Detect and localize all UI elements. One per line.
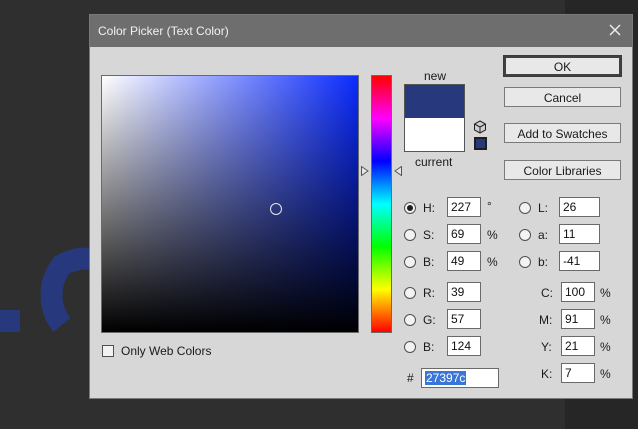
color-field-cursor[interactable] [270, 203, 282, 215]
dialog-title: Color Picker (Text Color) [98, 24, 229, 38]
lab-a-label: a: [538, 228, 549, 242]
lab-a-input[interactable] [559, 224, 600, 244]
add-to-swatches-button[interactable]: Add to Swatches [504, 123, 621, 143]
black-unit: % [600, 367, 611, 381]
lab-b-input[interactable] [559, 251, 600, 271]
lab-a-radio[interactable] [519, 229, 531, 241]
dialog-titlebar[interactable]: Color Picker (Text Color) [90, 15, 632, 47]
hex-label: # [407, 371, 414, 385]
close-icon[interactable] [606, 21, 624, 39]
blue-input[interactable] [447, 336, 481, 356]
magenta-unit: % [600, 313, 611, 327]
cyan-input[interactable] [561, 282, 595, 302]
lab-l-radio[interactable] [519, 202, 531, 214]
hex-input[interactable]: 27397c [421, 368, 499, 388]
hue-slider-handle-left-icon[interactable] [361, 166, 369, 176]
saturation-unit: % [487, 228, 498, 242]
cancel-button[interactable]: Cancel [504, 87, 621, 107]
red-input[interactable] [447, 282, 481, 302]
green-input[interactable] [447, 309, 481, 329]
new-color-swatch[interactable] [404, 84, 465, 118]
magenta-label: M: [539, 313, 553, 327]
red-label: R: [423, 286, 435, 300]
ok-button[interactable]: OK [503, 55, 622, 77]
yellow-input[interactable] [561, 336, 595, 356]
websafe-swatch-icon[interactable] [474, 137, 487, 150]
yellow-label: Y: [541, 340, 552, 354]
brightness-label: B: [423, 255, 435, 269]
cyan-unit: % [600, 286, 611, 300]
blue-radio[interactable] [404, 341, 416, 353]
blue-label: B: [423, 340, 435, 354]
saturation-label: S: [423, 228, 435, 242]
yellow-unit: % [600, 340, 611, 354]
hex-value-selected: 27397c [425, 371, 467, 385]
green-label: G: [423, 313, 436, 327]
saturation-input[interactable] [447, 224, 481, 244]
saturation-radio[interactable] [404, 229, 416, 241]
green-radio[interactable] [404, 314, 416, 326]
hue-slider-handle-right-icon[interactable] [394, 166, 402, 176]
brightness-radio[interactable] [404, 256, 416, 268]
color-picker-dialog: Color Picker (Text Color) new current OK… [89, 14, 633, 399]
only-web-colors-label: Only Web Colors [121, 344, 212, 358]
black-label: K: [541, 367, 553, 381]
new-label: new [424, 69, 447, 83]
lab-b-radio[interactable] [519, 256, 531, 268]
only-web-colors-checkbox[interactable] [102, 345, 114, 357]
hue-input[interactable] [447, 197, 481, 217]
magenta-input[interactable] [561, 309, 595, 329]
hue-radio[interactable] [404, 202, 416, 214]
lab-l-input[interactable] [559, 197, 600, 217]
saturation-brightness-field[interactable] [101, 75, 359, 333]
hue-unit: ° [487, 199, 492, 213]
hue-label: H: [423, 201, 435, 215]
current-color-swatch[interactable] [404, 118, 465, 152]
hue-slider[interactable] [371, 75, 392, 333]
cube-icon[interactable] [473, 120, 487, 134]
brightness-unit: % [487, 255, 498, 269]
current-label: current [415, 155, 453, 169]
brightness-input[interactable] [447, 251, 481, 271]
color-libraries-button[interactable]: Color Libraries [504, 160, 621, 180]
black-input[interactable] [561, 363, 595, 383]
lab-l-label: L: [538, 201, 549, 215]
red-radio[interactable] [404, 287, 416, 299]
cyan-label: C: [541, 286, 553, 300]
lab-b-label: b: [538, 255, 549, 269]
